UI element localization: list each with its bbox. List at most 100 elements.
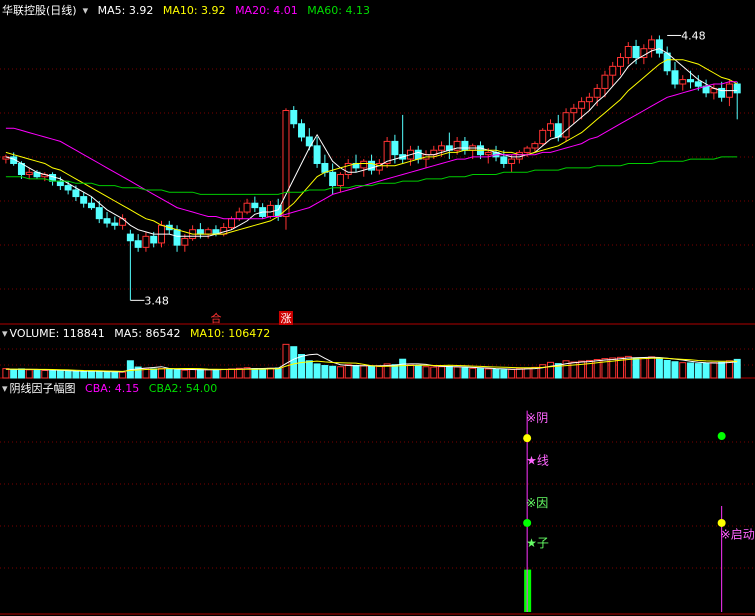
candle-body [134, 240, 142, 248]
signal-label: ※启动因子 [721, 528, 755, 542]
dropdown-icon[interactable]: ▾ [83, 4, 89, 17]
dropdown-icon[interactable]: ▾ [2, 327, 8, 340]
candle-body [313, 145, 321, 164]
volume-bar [290, 346, 298, 379]
dropdown-icon[interactable]: ▾ [2, 382, 8, 395]
candle-body [336, 174, 344, 187]
volume-bar [181, 369, 189, 379]
volume-bar [72, 370, 80, 379]
indicator-title: 阴线因子幅图 [9, 382, 76, 395]
volume-bar [508, 368, 516, 379]
volume-bar [399, 358, 407, 379]
volume-bar [352, 364, 360, 379]
candle-body [235, 211, 243, 220]
candle-body [196, 229, 204, 235]
volume-bar [391, 364, 399, 379]
volume-pane[interactable] [2, 343, 741, 379]
volume-bar [111, 371, 119, 379]
volume-bar [80, 370, 88, 379]
candle-body [321, 162, 329, 173]
candle-body [111, 222, 119, 226]
candle-body [515, 151, 523, 160]
volume-bar [95, 371, 103, 379]
signal-badge: 合 [210, 311, 221, 325]
candle-body [383, 140, 391, 164]
volume-bar [360, 365, 368, 379]
candle-body [251, 202, 259, 209]
cba2-readout: CBA2: 54.00 [148, 382, 218, 395]
volume-bar [336, 366, 344, 379]
ma-line-ma20 [5, 81, 738, 220]
stock-title: 华联控股(日线) [2, 4, 77, 17]
volume-header: ▾ VOLUME: 118841 MA5: 86542 MA10: 106472 [2, 326, 276, 342]
volume-bar [266, 367, 274, 379]
volume-bar [220, 368, 228, 379]
volume-bar [445, 365, 453, 379]
candle-body [523, 147, 531, 153]
candle-body [56, 180, 64, 187]
volume-bar [702, 362, 710, 379]
candle-body [173, 229, 181, 246]
volume-bar [725, 360, 733, 379]
volume-bar [259, 368, 267, 379]
volume-bar [461, 367, 469, 379]
volume-bar [476, 368, 484, 379]
candle-body [103, 218, 111, 224]
candle-body [438, 145, 446, 151]
volume-bar [663, 359, 671, 379]
candle-body [687, 79, 695, 83]
candle-body [531, 143, 539, 149]
indicator-header: ▾ 阴线因子幅图 CBA: 4.15 CBA2: 54.00 [2, 381, 223, 397]
volume-bar [56, 370, 64, 379]
volume-bar [414, 365, 422, 379]
candle-body [243, 202, 251, 213]
ma5-readout: MA5: 3.92 [97, 4, 154, 17]
volume-bar [305, 360, 313, 379]
volume-bar [87, 370, 95, 379]
candle-body [87, 202, 95, 209]
volume-bar [368, 365, 376, 379]
volume-bar [515, 368, 523, 379]
volume-bar [165, 368, 173, 379]
ma10-readout: MA10: 3.92 [162, 4, 226, 17]
candle-body [150, 235, 158, 244]
candle-body [585, 96, 593, 103]
candle-body [414, 149, 422, 160]
volume-bar [64, 370, 72, 379]
signal-dot [717, 432, 726, 441]
volume-bar [344, 364, 352, 379]
volume-bar [49, 370, 57, 379]
signal-dot [717, 518, 726, 527]
candle-body [562, 112, 570, 138]
candle-body [508, 158, 516, 164]
volume-bar [103, 371, 111, 379]
volume-bar [430, 366, 438, 379]
candle-body [624, 45, 632, 59]
candle-body [329, 171, 337, 187]
volume-bar [10, 368, 18, 379]
volume-bar [313, 363, 321, 379]
indicator-pane[interactable]: ※阴 ★线 ※因 ★子 ※启动因子 [523, 410, 755, 612]
volume-ma5-readout: MA5: 86542 [114, 327, 181, 340]
candle-body [181, 238, 189, 246]
volume-ma10-readout: MA10: 106472 [190, 327, 271, 340]
candle-body [546, 123, 554, 131]
signal-dot [523, 434, 532, 443]
volume-bar [710, 362, 718, 379]
candle-body [601, 74, 609, 89]
candle-body [204, 229, 212, 235]
volume-bar [33, 369, 41, 379]
candle-body [609, 65, 617, 76]
volume-bar [718, 361, 726, 379]
volume-bar [251, 368, 259, 379]
volume-bar [17, 368, 25, 379]
volume-bar [484, 368, 492, 379]
volume-bar [119, 371, 127, 379]
price-pane[interactable]: 3.48 4.48 合 涨 [2, 29, 741, 325]
volume-bar [523, 367, 531, 379]
ma-line-ma5 [5, 48, 738, 237]
candle-body [461, 140, 469, 151]
chart-stage[interactable]: 3.48 4.48 合 涨 ※阴 ★线 ※因 ★子 ※启动因子 [0, 0, 755, 616]
signal-label: ★子 [526, 536, 549, 550]
candle-body [126, 233, 134, 242]
